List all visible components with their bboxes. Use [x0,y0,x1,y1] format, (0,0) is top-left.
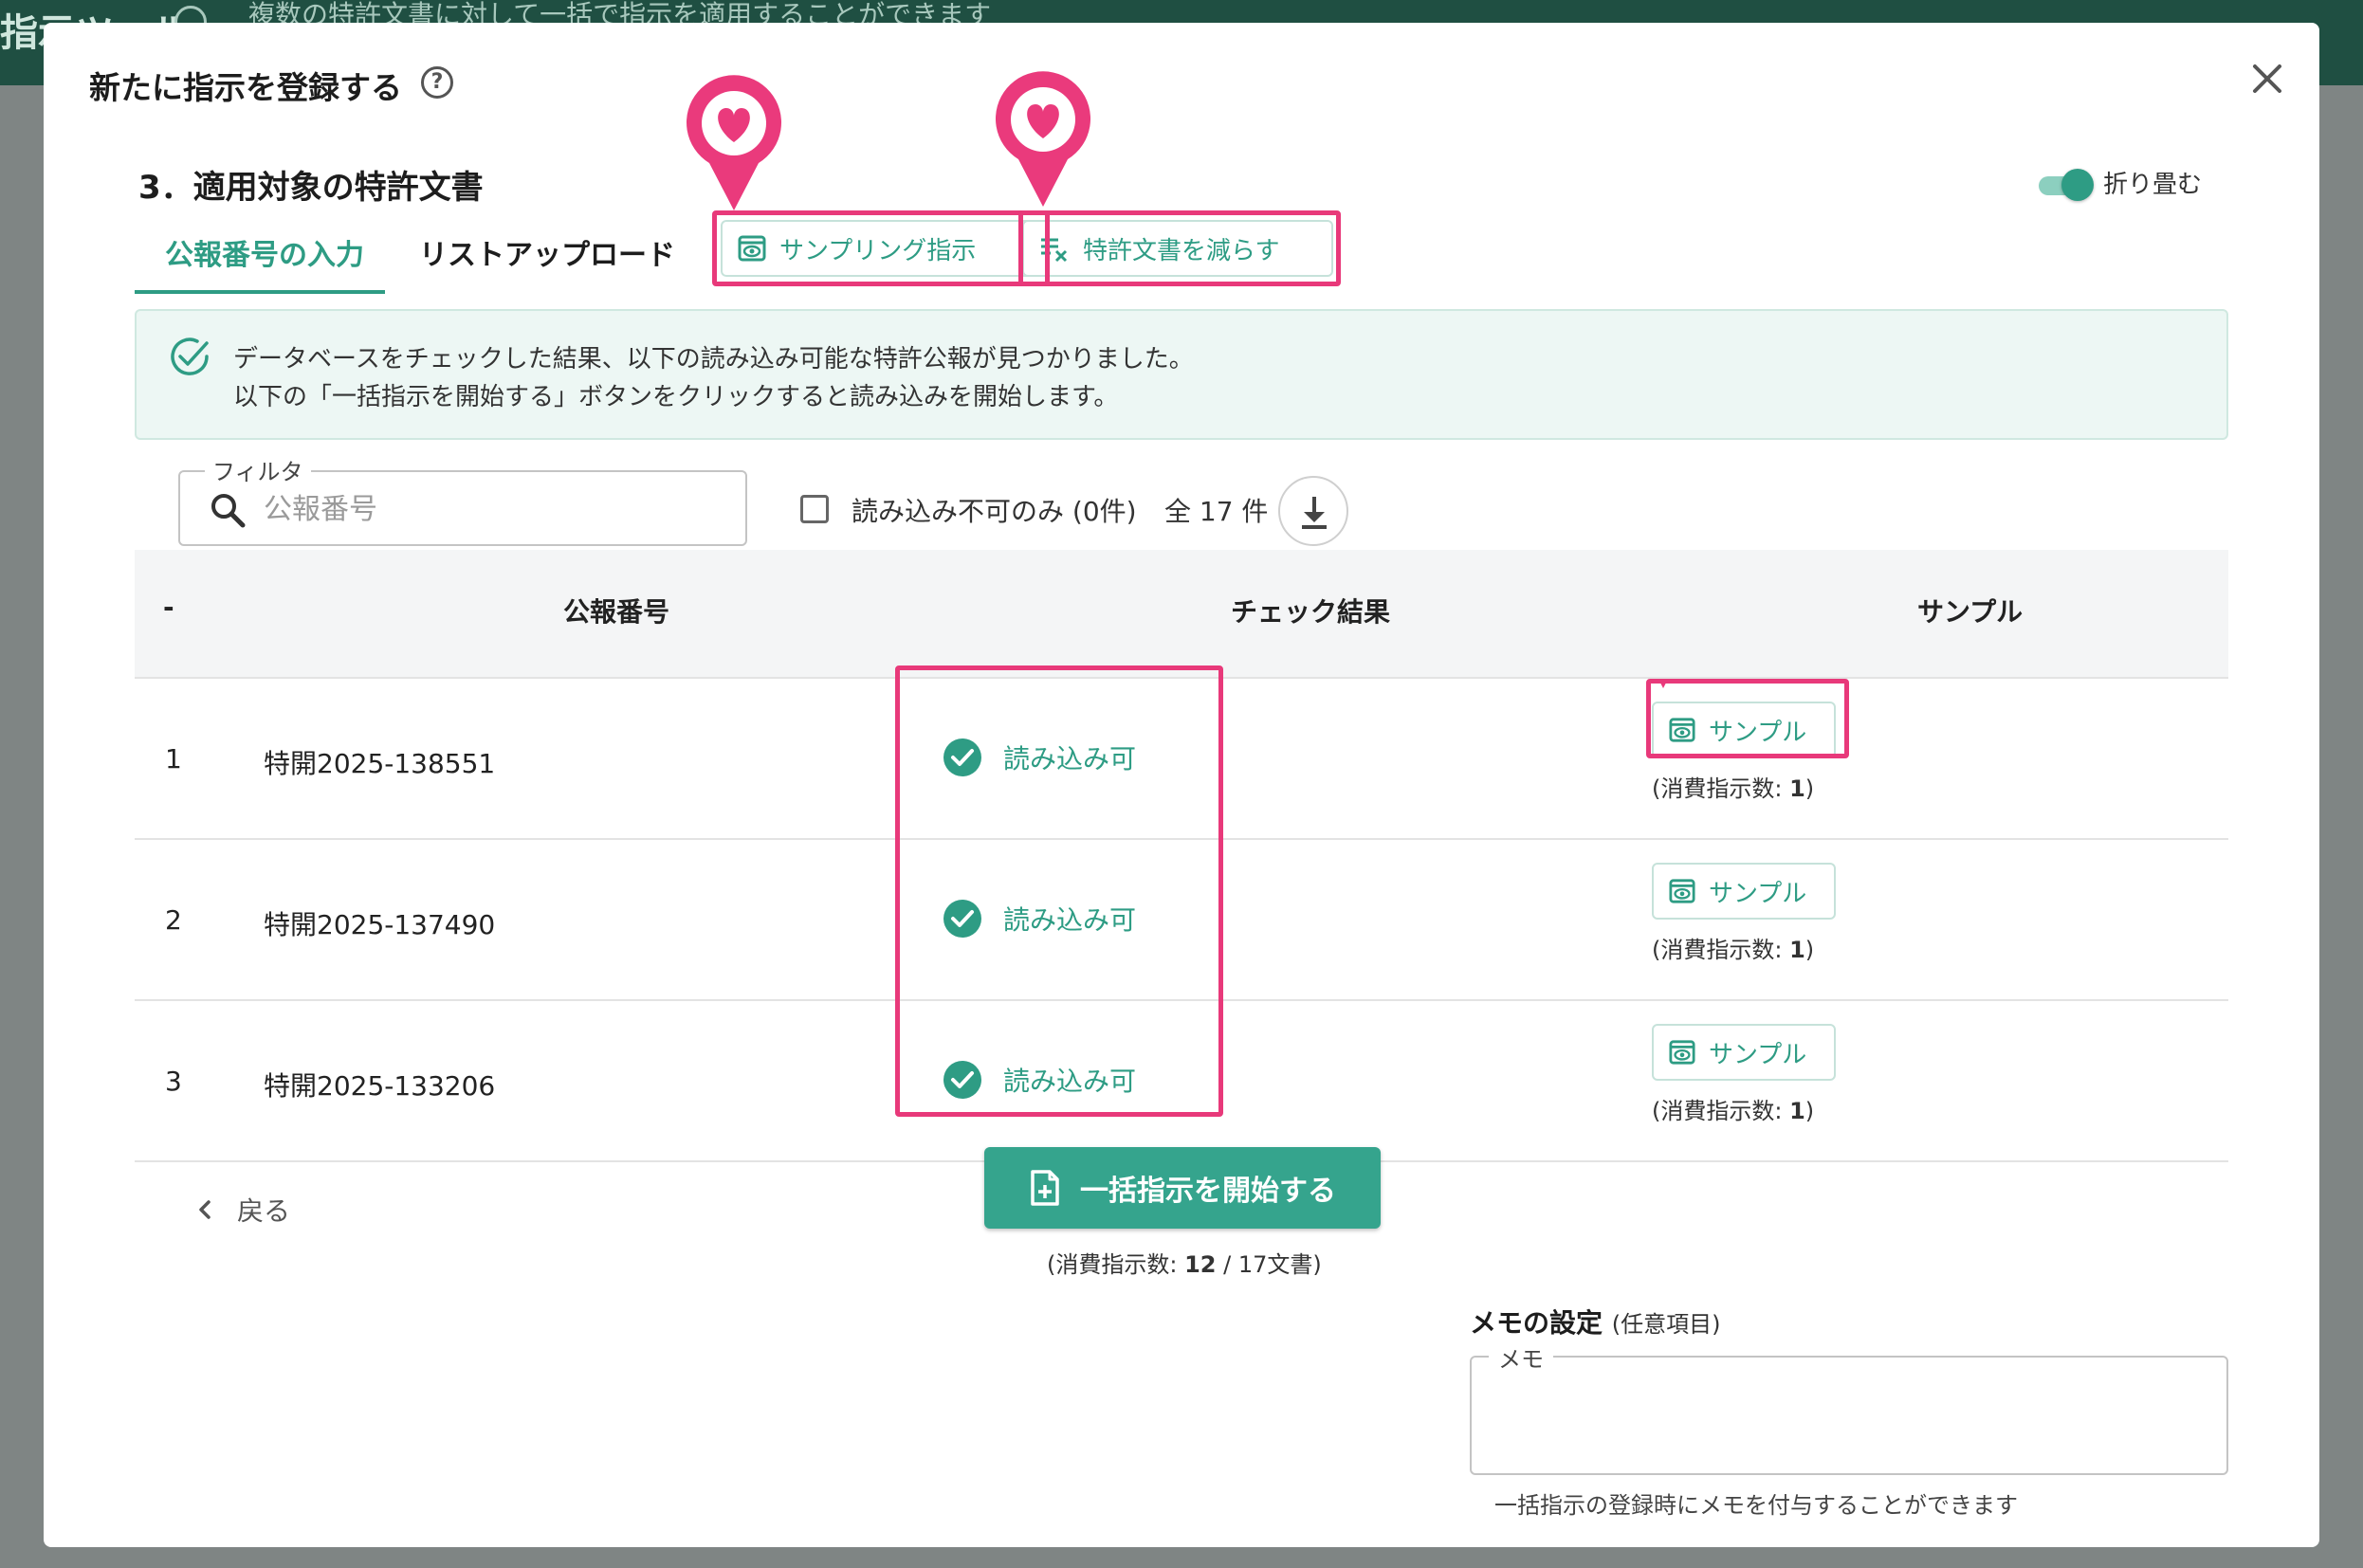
chevron-left-icon [199,1200,211,1219]
eye-icon [1669,1040,1695,1065]
dialog-title: 新たに指示を登録する [89,69,402,106]
row-number: 1 [165,743,182,775]
consume-note: (消費指示数: 1) [1652,937,1815,963]
tab-publication-number-input[interactable]: 公報番号の入力 [165,231,364,273]
alert-line-1: データベースをチェックした結果、以下の読み込み可能な特許公報が見つかりました。 [233,345,1194,374]
highlight-sampling [712,210,1050,286]
memo-optional-label: (任意項目) [1611,1311,1721,1338]
sample-button-label: サンプル [1709,1040,1807,1069]
back-button[interactable]: 戻る [195,1191,290,1229]
register-instruction-dialog: 新たに指示を登録する ? 3．適用対象の特許文書 折り畳む 公報番号の入力 リス… [44,23,2319,1547]
start-bulk-instruction-label: 一括指示を開始する [1080,1175,1336,1208]
memo-field: メモ [1470,1340,2228,1475]
unreadable-only-label: 読み込み不可のみ (0件) [852,496,1137,527]
publication-number: 特開2025-133206 [264,1070,496,1102]
unreadable-only-checkbox[interactable] [800,495,829,523]
memo-legend: メモ [1489,1340,1553,1374]
header-sample: サンプル [1917,596,2024,628]
close-icon[interactable] [2244,55,2291,102]
collapse-toggle[interactable] [2035,169,2094,201]
highlight-sample-button [1646,679,1849,758]
memo-helper-text: 一括指示の登録時にメモを付与することができます [1494,1492,2018,1519]
row-number: 2 [165,904,182,936]
eye-icon [1669,879,1695,903]
highlight-check-results [895,665,1223,1117]
filter-legend: フィルタ [205,453,311,486]
file-add-icon [1031,1170,1059,1206]
tab-list-upload[interactable]: リストアップロード [419,231,675,273]
collapse-label: 折り畳む [2103,171,2203,199]
row-number: 3 [165,1066,182,1097]
heart-pin-icon [996,71,1090,207]
alert-line-2: 以下の「一括指示を開始する」ボタンをクリックすると読み込みを開始します。 [233,383,1119,411]
check-result-alert: データベースをチェックした結果、以下の読み込み可能な特許公報が見つかりました。 … [135,309,2228,440]
download-button[interactable] [1278,476,1348,546]
sample-button[interactable]: サンプル [1652,1024,1836,1081]
sample-button-label: サンプル [1709,879,1807,908]
memo-textarea[interactable] [1491,1380,2211,1466]
publication-number: 特開2025-137490 [264,909,496,940]
total-count: 全 17 件 [1164,496,1269,527]
highlight-reduce [1018,210,1341,286]
publication-number: 特開2025-138551 [264,748,496,779]
search-icon [211,494,246,528]
table-header: - 公報番号 チェック結果 サンプル [135,550,2228,679]
header-publication-number: 公報番号 [563,596,670,628]
consume-note: (消費指示数: 1) [1652,775,1815,802]
check-circle-outline-icon [171,337,209,375]
active-tab-indicator [135,290,385,294]
memo-section-title: メモの設定 (任意項目) [1470,1307,1721,1339]
download-icon [1302,497,1327,529]
start-bulk-instruction-button[interactable]: 一括指示を開始する [984,1147,1381,1229]
consume-note: (消費指示数: 1) [1652,1098,1815,1124]
section-title: 3．適用対象の特許文書 [138,169,484,207]
header-num: - [163,592,174,623]
publication-number-search-input[interactable] [264,487,719,531]
header-check-result: チェック結果 [1231,596,1391,628]
filter-field: フィルタ [178,453,747,546]
help-circle-icon[interactable]: ? [421,66,453,99]
heart-pin-icon [687,75,781,210]
total-consume-note: (消費指示数: 12 / 17文書) [1047,1251,1322,1278]
sample-button[interactable]: サンプル [1652,863,1836,920]
back-label: 戻る [237,1195,291,1227]
